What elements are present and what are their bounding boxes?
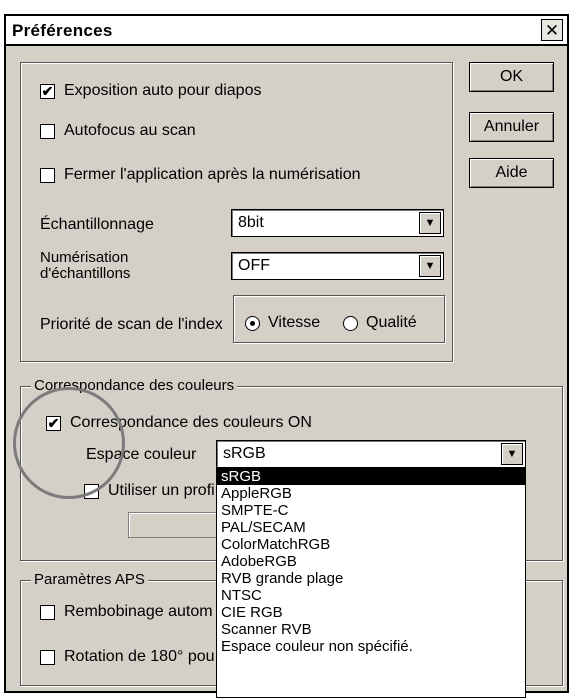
radio-quality-label: Qualité bbox=[366, 314, 417, 331]
option-smpte-c[interactable]: SMPTE-C bbox=[217, 502, 525, 519]
color-space-select[interactable]: sRGB ▼ bbox=[216, 440, 526, 468]
autofocus-checkbox[interactable] bbox=[40, 123, 55, 139]
option-scanner-rvb[interactable]: Scanner RVB bbox=[217, 621, 525, 638]
rotation-checkbox[interactable] bbox=[40, 649, 55, 665]
chevron-down-icon[interactable]: ▼ bbox=[501, 443, 523, 465]
rotation-row[interactable]: Rotation de 180° pou bbox=[40, 648, 215, 666]
profile-name-field[interactable] bbox=[128, 512, 218, 538]
auto-exposure-checkbox[interactable]: ✔ bbox=[40, 83, 55, 99]
color-matching-on-checkbox[interactable]: ✔ bbox=[46, 415, 61, 431]
option-unspecified[interactable]: Espace couleur non spécifié. bbox=[217, 638, 525, 655]
color-matching-on-label: Correspondance des couleurs ON bbox=[70, 414, 312, 431]
radio-quality[interactable] bbox=[343, 315, 358, 331]
color-space-value: sRGB bbox=[223, 445, 266, 462]
radio-quality-row[interactable]: Qualité bbox=[343, 314, 417, 332]
color-matching-on-row[interactable]: ✔ Correspondance des couleurs ON bbox=[46, 414, 312, 432]
radio-speed-label: Vitesse bbox=[268, 314, 321, 331]
autofocus-label: Autofocus au scan bbox=[64, 122, 196, 139]
autofocus-row[interactable]: Autofocus au scan bbox=[40, 122, 196, 140]
chevron-down-icon[interactable]: ▼ bbox=[419, 255, 441, 277]
ok-button[interactable]: OK bbox=[469, 62, 554, 92]
aps-legend: Paramètres APS bbox=[31, 571, 148, 588]
window-title: Préférences bbox=[12, 21, 113, 40]
multi-sampling-label: Numérisation d'échantillons bbox=[40, 250, 130, 282]
sampling-label: Échantillonnage bbox=[40, 216, 154, 233]
use-profile-checkbox[interactable] bbox=[84, 483, 99, 499]
color-space-label: Espace couleur bbox=[86, 446, 197, 463]
color-matching-legend: Correspondance des couleurs bbox=[31, 377, 238, 394]
color-space-dropdown-list: sRGB AppleRGB SMPTE-C PAL/SECAM ColorMat… bbox=[216, 467, 526, 698]
multi-sampling-label-line2: d'échantillons bbox=[40, 265, 131, 282]
close-after-scan-label: Fermer l'application après la numérisati… bbox=[64, 166, 361, 183]
help-button[interactable]: Aide bbox=[469, 158, 554, 188]
sampling-select[interactable]: 8bit ▼ bbox=[231, 209, 444, 237]
multi-sampling-value: OFF bbox=[238, 257, 270, 274]
rewind-row[interactable]: Rembobinage autom bbox=[40, 603, 213, 621]
use-profile-row[interactable]: Utiliser un profi bbox=[84, 482, 215, 500]
rewind-label: Rembobinage autom bbox=[64, 603, 213, 620]
chevron-down-icon[interactable]: ▼ bbox=[419, 212, 441, 234]
option-srgb[interactable]: sRGB bbox=[217, 468, 525, 485]
radio-speed[interactable] bbox=[245, 315, 260, 331]
close-button[interactable]: ✕ bbox=[541, 19, 563, 41]
sampling-value: 8bit bbox=[238, 214, 264, 231]
preferences-dialog: Préférences ✕ OK Annuler Aide ✔ Expositi… bbox=[4, 14, 569, 698]
option-ntsc[interactable]: NTSC bbox=[217, 587, 525, 604]
option-pal-secam[interactable]: PAL/SECAM bbox=[217, 519, 525, 536]
option-applergb[interactable]: AppleRGB bbox=[217, 485, 525, 502]
option-rvb-grande-plage[interactable]: RVB grande plage bbox=[217, 570, 525, 587]
multi-sampling-label-line1: Numérisation bbox=[40, 249, 129, 266]
close-after-scan-checkbox[interactable] bbox=[40, 167, 55, 183]
option-colormatchrgb[interactable]: ColorMatchRGB bbox=[217, 536, 525, 553]
index-priority-label: Priorité de scan de l'index bbox=[40, 316, 223, 333]
use-profile-label: Utiliser un profi bbox=[108, 482, 215, 499]
title-bar: Préférences ✕ bbox=[6, 16, 567, 46]
multi-sampling-select[interactable]: OFF ▼ bbox=[231, 252, 444, 280]
option-cie-rgb[interactable]: CIE RGB bbox=[217, 604, 525, 621]
option-adobergb[interactable]: AdobeRGB bbox=[217, 553, 525, 570]
cancel-button[interactable]: Annuler bbox=[469, 112, 554, 142]
rewind-checkbox[interactable] bbox=[40, 604, 55, 620]
close-icon: ✕ bbox=[544, 20, 560, 40]
rotation-label: Rotation de 180° pou bbox=[64, 648, 215, 665]
close-after-scan-row[interactable]: Fermer l'application après la numérisati… bbox=[40, 166, 361, 184]
auto-exposure-row[interactable]: ✔ Exposition auto pour diapos bbox=[40, 82, 261, 100]
radio-speed-row[interactable]: Vitesse bbox=[245, 314, 320, 332]
auto-exposure-label: Exposition auto pour diapos bbox=[64, 82, 262, 99]
